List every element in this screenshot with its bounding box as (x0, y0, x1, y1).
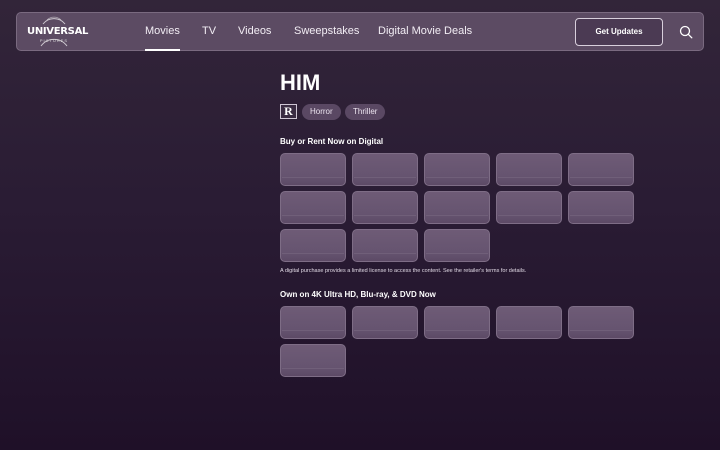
universal-logo[interactable]: UNIVERSAL PICTURES (27, 16, 89, 48)
digital-retailer-button[interactable] (352, 229, 418, 262)
nav-movies[interactable]: Movies (145, 25, 180, 51)
digital-retailer-button[interactable] (424, 191, 490, 224)
get-updates-button[interactable]: Get Updates (575, 18, 663, 46)
nav-sweepstakes[interactable]: Sweepstakes (294, 25, 359, 37)
digital-retailer-button[interactable] (496, 191, 562, 224)
digital-retailer-button[interactable] (352, 153, 418, 186)
digital-retailer-button[interactable] (280, 229, 346, 262)
physical-retailer-button[interactable] (280, 306, 346, 339)
nav-digital-movie-deals[interactable]: Digital Movie Deals (378, 25, 472, 37)
search-icon[interactable] (679, 25, 693, 39)
nav-videos[interactable]: Videos (238, 25, 271, 37)
genre-chip-horror[interactable]: Horror (302, 104, 341, 120)
digital-retailer-button[interactable] (568, 153, 634, 186)
physical-retailer-button[interactable] (352, 306, 418, 339)
digital-retailer-button[interactable] (424, 229, 490, 262)
logo-subtitle: PICTURES (39, 38, 69, 43)
digital-retailer-button[interactable] (280, 153, 346, 186)
digital-retailer-button[interactable] (568, 191, 634, 224)
physical-retailer-button[interactable] (424, 306, 490, 339)
digital-retailer-button[interactable] (496, 153, 562, 186)
physical-retailer-button[interactable] (496, 306, 562, 339)
top-nav: UNIVERSAL PICTURES Movies TV Videos Swee… (16, 12, 704, 51)
digital-retailer-button[interactable] (352, 191, 418, 224)
nav-tv[interactable]: TV (202, 25, 216, 37)
logo-wordmark: UNIVERSAL (27, 26, 89, 37)
digital-retailer-button[interactable] (424, 153, 490, 186)
physical-retailer-button[interactable] (280, 344, 346, 377)
rating-badge: R (280, 104, 297, 119)
digital-section-heading: Buy or Rent Now on Digital (280, 137, 384, 146)
digital-retailer-button[interactable] (280, 191, 346, 224)
genre-chip-thriller[interactable]: Thriller (345, 104, 386, 120)
physical-section-heading: Own on 4K Ultra HD, Blu-ray, & DVD Now (280, 290, 436, 299)
movie-title: HIM (280, 70, 321, 95)
digital-disclaimer: A digital purchase provides a limited li… (280, 268, 527, 274)
physical-retailer-button[interactable] (568, 306, 634, 339)
